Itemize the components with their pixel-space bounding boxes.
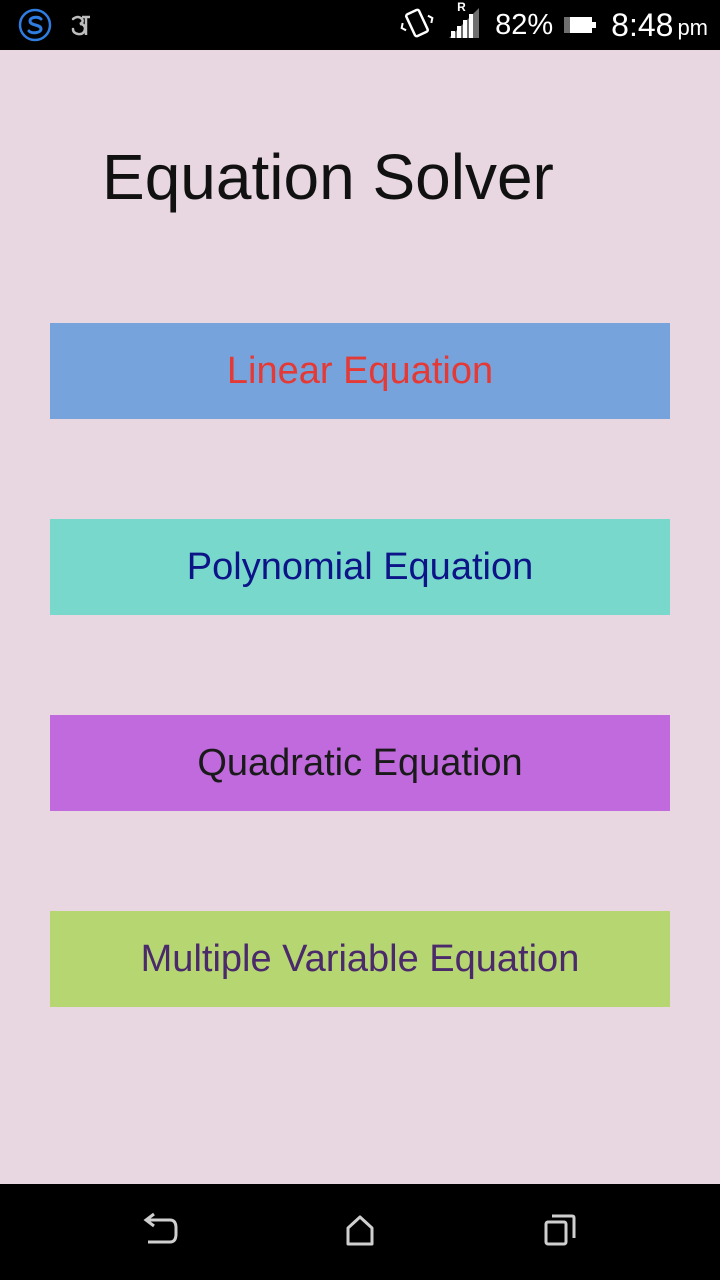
recent-apps-button[interactable] bbox=[540, 1212, 580, 1252]
page-title: Equation Solver bbox=[102, 141, 554, 213]
clock-time: 8:48 bbox=[611, 6, 674, 43]
home-icon bbox=[342, 1212, 378, 1253]
linear-equation-label: Linear Equation bbox=[226, 349, 494, 392]
polynomial-equation-button[interactable]: Polynomial Equation bbox=[50, 519, 670, 615]
battery-percent: 82% bbox=[495, 8, 554, 41]
multiple-variable-equation-label: Multiple Variable Equation bbox=[140, 937, 580, 980]
battery-icon bbox=[563, 11, 597, 40]
polynomial-equation-label: Polynomial Equation bbox=[186, 545, 534, 588]
back-button[interactable] bbox=[140, 1212, 180, 1252]
linear-equation-button[interactable]: Linear Equation bbox=[50, 323, 670, 419]
quadratic-equation-label: Quadratic Equation bbox=[197, 741, 523, 784]
network-type-label: R bbox=[457, 0, 466, 14]
clock-ampm: pm bbox=[677, 15, 708, 40]
status-bar-left bbox=[18, 8, 92, 47]
back-icon bbox=[140, 1212, 180, 1253]
notification-app-icon bbox=[70, 13, 92, 42]
multiple-variable-equation-button[interactable]: Multiple Variable Equation bbox=[50, 911, 670, 1007]
skype-icon bbox=[18, 8, 52, 47]
quadratic-equation-button[interactable]: Quadratic Equation bbox=[50, 715, 670, 811]
signal-icon: R bbox=[447, 0, 481, 45]
home-button[interactable] bbox=[340, 1212, 380, 1252]
status-bar: R 82% 8:48 pm bbox=[0, 0, 720, 50]
navigation-bar bbox=[0, 1184, 720, 1280]
recent-apps-icon bbox=[542, 1212, 578, 1253]
status-bar-right: R 82% 8:48 pm bbox=[399, 0, 708, 50]
vibrate-icon bbox=[399, 5, 435, 46]
